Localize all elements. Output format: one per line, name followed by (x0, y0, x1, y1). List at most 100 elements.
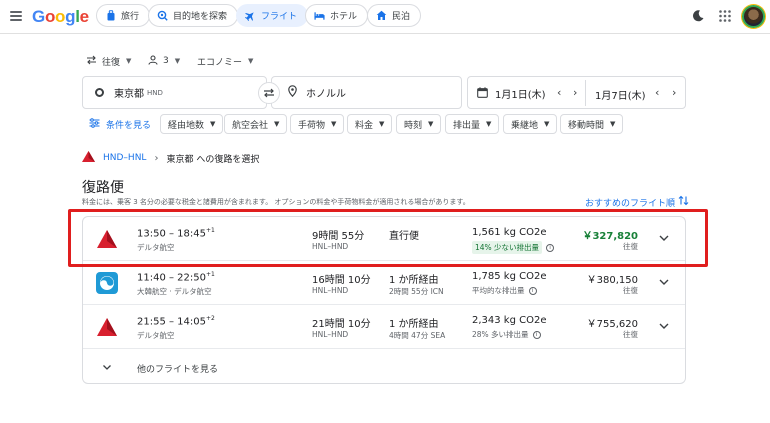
caret-down-icon: ▼ (274, 120, 280, 128)
emissions-badge: 14% 少ない排出量 (472, 241, 543, 254)
flight-price: ￥755,620 (586, 319, 638, 330)
flight-row[interactable]: 13:50 – 18:45+1 デルタ航空 9時間 55分 HNL–HND 直行… (83, 217, 685, 261)
filter-airlines-label: 航空会社 (232, 120, 269, 131)
info-icon[interactable]: i (546, 243, 555, 252)
location-pin-icon (288, 85, 297, 100)
return-prev-day-icon[interactable]: ‹ (655, 86, 659, 99)
info-icon[interactable]: i (532, 330, 541, 339)
nav-flights-label: フライト (261, 12, 298, 22)
passengers-value: 3 (163, 56, 169, 66)
chevron-down-icon[interactable] (657, 231, 671, 245)
flight-stops: 1 か所経由 (389, 319, 439, 330)
destination-field[interactable]: ホノルル (271, 76, 462, 109)
caret-down-icon: ▼ (610, 120, 616, 128)
swap-locations-button[interactable] (258, 82, 280, 104)
flight-duration: 21時間 10分 (312, 319, 371, 330)
flight-times: 11:40 – 22:50+1 (137, 271, 215, 283)
flight-results-list: 13:50 – 18:45+1 デルタ航空 9時間 55分 HNL–HND 直行… (82, 216, 686, 384)
nav-flights[interactable]: フライト (236, 4, 309, 27)
dark-mode-icon[interactable] (691, 9, 705, 23)
all-filters-button[interactable]: 条件を見る (82, 114, 158, 134)
caret-down-icon: ▼ (428, 120, 434, 128)
flight-route: HNL–HND (312, 286, 349, 295)
filter-price[interactable]: 料金 ▼ (347, 114, 393, 134)
delta-logo-icon (96, 228, 118, 250)
flight-duration: 16時間 10分 (312, 275, 371, 286)
flight-duration: 9時間 55分 (312, 231, 365, 242)
filter-times[interactable]: 時刻 ▼ (396, 114, 442, 134)
filter-bags[interactable]: 手荷物 ▼ (290, 114, 345, 134)
return-date-field[interactable]: 1月7日(木) (595, 87, 646, 102)
breadcrumb-route[interactable]: HND–HNL (103, 153, 146, 163)
emissions-label: 28% 多い排出量 (472, 330, 529, 339)
filter-stops-label: 経由地数 (168, 120, 205, 131)
cabin-class-select[interactable]: エコノミー ▼ (197, 53, 253, 69)
delta-logo-icon (96, 316, 118, 338)
filter-stops[interactable]: 経由地数 ▼ (160, 114, 224, 134)
filter-duration[interactable]: 移動時間 ▼ (560, 114, 624, 134)
filter-emissions[interactable]: 排出量 ▼ (445, 114, 500, 134)
flight-stops: 1 か所経由 (389, 275, 439, 286)
trip-type-select[interactable]: 往復 ▼ (86, 53, 131, 69)
nav-vacation-rentals-label: 民泊 (392, 12, 411, 22)
co2-emissions: 2,343 kg CO2e (472, 315, 547, 326)
destination-value: ホノルル (306, 89, 346, 100)
caret-down-icon: ▼ (248, 57, 254, 65)
filter-bags-label: 手荷物 (298, 120, 326, 131)
co2-emissions: 1,785 kg CO2e (472, 271, 547, 282)
sort-button[interactable]: おすすめのフライト順 (585, 195, 689, 209)
day-offset: +2 (206, 315, 215, 322)
more-flights-button[interactable]: 他のフライトを見る (83, 350, 685, 384)
nav-vacation-rentals[interactable]: 民泊 (367, 4, 422, 27)
depart-date-field[interactable]: 1月1日(木) (477, 86, 546, 101)
suitcase-icon (105, 10, 116, 21)
nav-explore[interactable]: 目的地を探索 (148, 4, 239, 27)
breadcrumb-current-step: 東京都 への復路を選択 (166, 154, 260, 165)
date-range-field: 1月1日(木) ‹ › 1月7日(木) ‹ › (467, 76, 686, 109)
korean-air-logo-icon (96, 272, 118, 294)
apps-grid-icon[interactable] (718, 9, 732, 23)
origin-field[interactable]: 東京都 HND (82, 76, 267, 109)
nav-hotels-label: ホテル (330, 12, 358, 22)
flight-row[interactable]: 21:55 – 14:05+2 デルタ航空 21時間 10分 HNL–HND 1… (83, 305, 685, 349)
day-offset: +1 (206, 227, 215, 234)
emissions-comparison: 28% 多い排出量 i (472, 329, 541, 340)
google-logo[interactable]: Google (32, 7, 89, 27)
flight-time-range: 13:50 – 18:45 (137, 228, 206, 240)
caret-down-icon: ▼ (544, 120, 550, 128)
nav-explore-label: 目的地を探索 (173, 12, 228, 22)
emissions-label: 平均的な排出量 (472, 286, 525, 295)
emissions-comparison: 平均的な排出量 i (472, 285, 537, 296)
origin-circle-icon (95, 88, 104, 97)
main-menu-icon[interactable] (10, 11, 22, 21)
chevron-down-icon[interactable] (657, 319, 671, 333)
return-next-day-icon[interactable]: › (672, 86, 676, 99)
filter-connecting-airports[interactable]: 乗継地 ▼ (503, 114, 558, 134)
chevron-down-icon[interactable] (657, 275, 671, 289)
chevron-right-icon: › (154, 152, 159, 164)
person-icon (148, 54, 158, 68)
trip-type-value: 往復 (102, 57, 121, 68)
account-avatar[interactable] (742, 5, 765, 28)
flight-times: 21:55 – 14:05+2 (137, 315, 215, 327)
flight-price: ￥380,150 (586, 275, 638, 286)
sort-label: おすすめのフライト順 (585, 198, 676, 209)
airplane-icon (245, 10, 256, 21)
depart-prev-day-icon[interactable]: ‹ (557, 86, 561, 99)
origin-value: 東京都 (114, 89, 144, 100)
tune-icon (89, 117, 100, 131)
flight-stops: 直行便 (389, 231, 419, 242)
passengers-select[interactable]: 3 ▼ (148, 53, 180, 69)
depart-next-day-icon[interactable]: › (573, 86, 577, 99)
return-date-value: 1月7日(木) (595, 91, 646, 102)
nav-travel-label: 旅行 (121, 12, 140, 22)
nav-travel[interactable]: 旅行 (96, 4, 151, 27)
layover-detail: 2時間 55分 ICN (389, 287, 444, 296)
filter-airlines[interactable]: 航空会社 ▼ (224, 114, 288, 134)
breadcrumb: HND–HNL › 東京都 への復路を選択 (82, 151, 259, 165)
top-bar: Google 旅行 目的地を探索 フライト ホテル 民泊 (0, 0, 770, 34)
nav-hotels[interactable]: ホテル (305, 4, 369, 27)
flight-row[interactable]: 11:40 – 22:50+1 大韓航空 · デルタ航空 16時間 10分 HN… (83, 261, 685, 305)
info-icon[interactable]: i (528, 286, 537, 295)
caret-down-icon: ▼ (210, 120, 216, 128)
